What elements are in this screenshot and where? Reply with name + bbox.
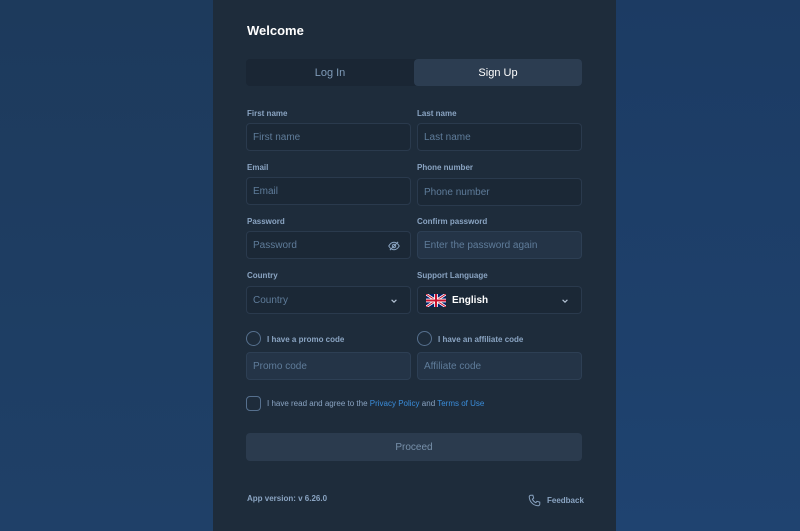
promo-code-checkbox[interactable] bbox=[246, 331, 261, 346]
phone-icon bbox=[528, 494, 541, 507]
promo-code-placeholder: Promo code bbox=[253, 360, 307, 372]
promo-code-field[interactable]: Promo code bbox=[246, 352, 411, 380]
phone-placeholder: Phone number bbox=[424, 186, 490, 198]
email-placeholder: Email bbox=[253, 185, 279, 197]
support-language-label: Support Language bbox=[417, 271, 488, 280]
password-label: Password bbox=[247, 217, 285, 226]
background-left bbox=[0, 0, 213, 531]
first-name-placeholder: First name bbox=[253, 131, 301, 143]
terms-of-use-link[interactable]: Terms of Use bbox=[437, 399, 484, 408]
promo-code-checkbox-label: I have a promo code bbox=[267, 335, 345, 344]
proceed-button[interactable]: Proceed bbox=[246, 433, 582, 461]
terms-checkbox[interactable] bbox=[246, 396, 261, 411]
email-label: Email bbox=[247, 163, 269, 172]
auth-tabs: Log In Sign Up bbox=[246, 59, 582, 86]
feedback-link[interactable]: Feedback bbox=[528, 494, 584, 507]
tab-login[interactable]: Log In bbox=[246, 59, 414, 86]
country-placeholder: Country bbox=[253, 294, 289, 306]
confirm-password-label: Confirm password bbox=[417, 217, 488, 226]
last-name-field[interactable]: Last name bbox=[417, 123, 582, 151]
chevron-down-icon bbox=[562, 299, 568, 303]
phone-label: Phone number bbox=[417, 163, 474, 172]
support-language-select[interactable]: English bbox=[417, 286, 582, 314]
phone-field[interactable]: Phone number bbox=[417, 178, 582, 206]
signup-panel: Welcome Log In Sign Up First name Last n… bbox=[213, 0, 616, 531]
privacy-policy-link[interactable]: Privacy Policy bbox=[370, 399, 420, 408]
country-label: Country bbox=[247, 271, 278, 280]
last-name-placeholder: Last name bbox=[424, 131, 471, 143]
last-name-label: Last name bbox=[417, 109, 457, 118]
country-select[interactable]: Country bbox=[246, 286, 411, 314]
affiliate-code-placeholder: Affiliate code bbox=[424, 360, 482, 372]
uk-flag-icon bbox=[426, 293, 446, 307]
eye-off-icon[interactable] bbox=[388, 240, 400, 252]
feedback-label: Feedback bbox=[547, 496, 584, 505]
terms-and: and bbox=[421, 399, 436, 408]
password-field[interactable]: Password bbox=[246, 231, 411, 259]
terms-prefix: I have read and agree to the bbox=[267, 399, 368, 408]
background-right bbox=[616, 0, 800, 531]
affiliate-code-field[interactable]: Affiliate code bbox=[417, 352, 582, 380]
first-name-field[interactable]: First name bbox=[246, 123, 411, 151]
password-placeholder: Password bbox=[253, 239, 297, 251]
affiliate-code-checkbox[interactable] bbox=[417, 331, 432, 346]
app-version: App version: v 6.26.0 bbox=[247, 494, 328, 503]
email-field[interactable]: Email bbox=[246, 177, 411, 205]
confirm-password-field[interactable]: Enter the password again bbox=[417, 231, 582, 259]
chevron-down-icon bbox=[391, 299, 397, 303]
page-title: Welcome bbox=[247, 23, 304, 38]
terms-text: I have read and agree to the Privacy Pol… bbox=[267, 399, 484, 408]
tab-signup[interactable]: Sign Up bbox=[414, 59, 582, 86]
confirm-password-placeholder: Enter the password again bbox=[424, 239, 538, 251]
first-name-label: First name bbox=[247, 109, 288, 118]
affiliate-code-checkbox-label: I have an affiliate code bbox=[438, 335, 524, 344]
